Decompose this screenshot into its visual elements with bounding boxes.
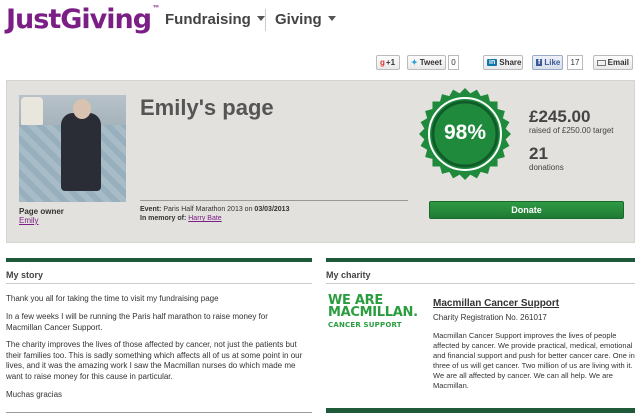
facebook-like-count: 17 bbox=[567, 55, 583, 70]
progress-percent: 98% bbox=[443, 121, 487, 144]
divider bbox=[326, 283, 635, 284]
story-heading: My story bbox=[6, 270, 44, 280]
email-share-button[interactable]: Email bbox=[593, 55, 633, 70]
facebook-icon: f bbox=[536, 59, 543, 66]
envelope-icon bbox=[597, 59, 606, 66]
charity-description: Macmillan Cancer Support improves the li… bbox=[433, 331, 635, 390]
amount-raised: £245.00 bbox=[529, 107, 591, 126]
donations-count: 21 bbox=[529, 144, 548, 163]
progress-badge: 98% bbox=[418, 87, 512, 181]
tweet-button[interactable]: ✦ Tweet bbox=[407, 55, 446, 70]
page-title: Emily's page bbox=[140, 95, 274, 120]
owner-photo bbox=[19, 95, 126, 202]
target-text: raised of £250.00 target bbox=[529, 126, 614, 135]
charity-name-link[interactable]: Macmillan Cancer Support bbox=[433, 298, 559, 309]
charity-panel-bottom-bar bbox=[326, 408, 635, 413]
page-owner-link[interactable]: Emily bbox=[19, 216, 39, 225]
top-navigation: JustGiving™ Fundraising Giving bbox=[0, 0, 640, 42]
story-paragraph: Thank you all for taking the time to vis… bbox=[6, 294, 219, 303]
divider bbox=[6, 283, 312, 284]
charity-registration: Charity Registration No. 261017 bbox=[433, 313, 547, 322]
donations-label: donations bbox=[529, 163, 564, 172]
charity-panel-bar bbox=[326, 258, 635, 262]
nav-giving[interactable]: Giving bbox=[275, 11, 336, 28]
macmillan-logo[interactable]: WE ARE MACMILLAN. CANCER SUPPORT bbox=[328, 294, 418, 331]
tweet-count: 0 bbox=[448, 55, 459, 70]
in-memory-info: In memory of: Harry Bate bbox=[140, 215, 222, 222]
story-paragraph: In a few weeks I will be running the Par… bbox=[6, 312, 268, 332]
google-plus-button[interactable]: g +1 bbox=[376, 55, 400, 70]
justgiving-logo[interactable]: JustGiving™ bbox=[6, 4, 160, 35]
nav-fundraising[interactable]: Fundraising bbox=[165, 11, 265, 28]
charity-heading: My charity bbox=[326, 270, 371, 280]
linkedin-icon: in bbox=[487, 59, 498, 66]
story-panel-bar bbox=[6, 258, 312, 262]
twitter-icon: ✦ bbox=[411, 58, 418, 67]
chevron-down-icon bbox=[256, 16, 265, 21]
chevron-down-icon bbox=[327, 16, 336, 21]
event-info: Event: Paris Half Marathon 2013 on 03/03… bbox=[140, 206, 290, 213]
nav-divider bbox=[265, 9, 266, 31]
google-plus-icon: g bbox=[380, 58, 385, 67]
story-paragraph: Muchas gracias bbox=[6, 390, 63, 399]
in-memory-link[interactable]: Harry Bate bbox=[188, 215, 221, 222]
donate-button[interactable]: Donate bbox=[429, 201, 624, 219]
divider bbox=[140, 200, 408, 201]
divider bbox=[6, 412, 312, 413]
facebook-like-button[interactable]: f Like bbox=[532, 55, 563, 70]
story-paragraph: The charity improves the lives of those … bbox=[6, 340, 303, 381]
page-owner-label: Page owner bbox=[19, 207, 64, 216]
linkedin-share-button[interactable]: in Share bbox=[483, 55, 523, 70]
page-summary: Page owner Emily Emily's page Event: Par… bbox=[6, 80, 635, 243]
